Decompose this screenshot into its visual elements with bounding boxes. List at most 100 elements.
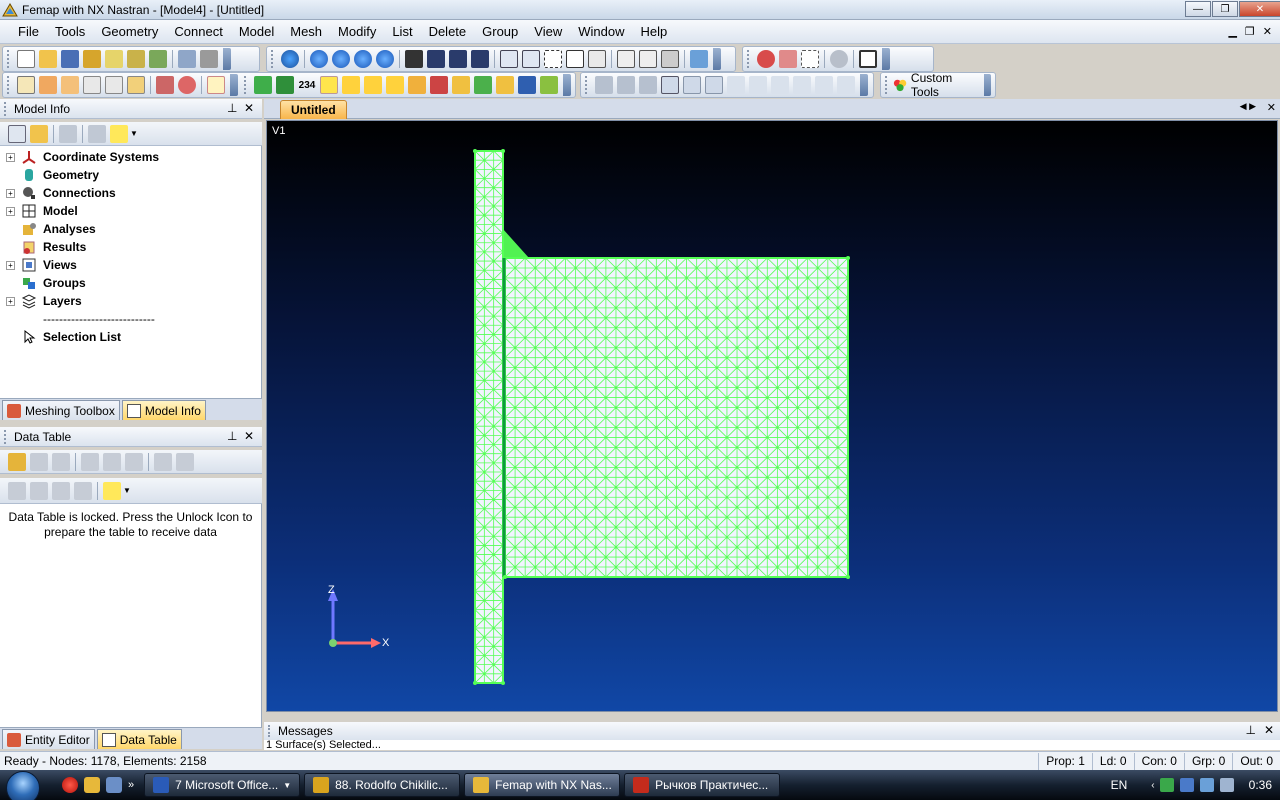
toolbar-grip[interactable] xyxy=(747,50,751,68)
mdi-minimize-icon[interactable]: ▁ xyxy=(1228,25,1236,38)
status-load[interactable]: Ld: 0 xyxy=(1091,752,1134,770)
tree-item-selection-list[interactable]: Selection List xyxy=(6,328,121,346)
highlight-icon[interactable] xyxy=(110,124,128,143)
menu-geometry[interactable]: Geometry xyxy=(93,20,166,44)
pan-right-icon[interactable] xyxy=(332,50,350,68)
layer-braces-icon[interactable] xyxy=(771,76,789,94)
tree-item-layers[interactable]: + Layers xyxy=(6,292,82,310)
taskbar-button-office[interactable]: 7 Microsoft Office... ▼ xyxy=(144,773,301,797)
snap-icon[interactable] xyxy=(830,50,848,68)
constraint-icon[interactable] xyxy=(177,76,196,94)
workplane-icon[interactable] xyxy=(859,50,877,68)
toolbar-options-icon[interactable] xyxy=(229,74,238,96)
grid-coarse-icon[interactable] xyxy=(705,76,723,94)
regroup-icon[interactable] xyxy=(815,76,833,94)
model-info-icon[interactable] xyxy=(83,50,101,68)
volume-icon[interactable] xyxy=(1219,778,1234,792)
property-icon[interactable] xyxy=(518,76,537,94)
pin-icon[interactable]: ⊥ xyxy=(227,101,237,115)
pan-icon[interactable] xyxy=(405,50,423,68)
text-icon[interactable] xyxy=(386,76,405,94)
network-icon[interactable] xyxy=(1179,778,1194,792)
highlight-icon[interactable] xyxy=(103,481,121,500)
print-icon[interactable] xyxy=(200,50,218,68)
status-output[interactable]: Out: 0 xyxy=(1232,752,1280,770)
tree-item-connections[interactable]: + Connections xyxy=(6,184,116,202)
pan-up-icon[interactable] xyxy=(354,50,372,68)
shaded-icon[interactable] xyxy=(60,76,79,94)
femap-app-icon[interactable] xyxy=(2,2,18,18)
numbering-label[interactable]: 234 xyxy=(299,80,316,91)
toolbar-options-icon[interactable] xyxy=(713,48,721,70)
coord-sys-icon[interactable] xyxy=(430,76,449,94)
point-icon[interactable] xyxy=(320,76,339,94)
tab-untitled[interactable]: Untitled xyxy=(280,100,347,119)
close-icon[interactable]: ✕ xyxy=(1267,101,1276,114)
pan-down-icon[interactable] xyxy=(376,50,394,68)
taskbar-button-femap[interactable]: Femap with NX Nas... xyxy=(464,773,621,797)
grid-fine-icon[interactable] xyxy=(683,76,701,94)
align-icon[interactable] xyxy=(595,76,613,94)
menu-view[interactable]: View xyxy=(526,20,570,44)
grid-icon[interactable] xyxy=(82,76,101,94)
menu-group[interactable]: Group xyxy=(474,20,526,44)
pin-icon[interactable]: ⊥ xyxy=(227,429,237,443)
expand-icon[interactable]: + xyxy=(6,206,15,216)
restore-button[interactable]: ❐ xyxy=(1212,1,1238,17)
view-style-icon[interactable] xyxy=(617,50,635,68)
menu-mesh[interactable]: Mesh xyxy=(282,20,330,44)
new-file-icon[interactable] xyxy=(17,50,35,68)
space-icon[interactable] xyxy=(639,76,657,94)
view-orient-icon[interactable] xyxy=(588,50,606,68)
close-icon[interactable]: ✕ xyxy=(1264,723,1274,737)
save-icon[interactable] xyxy=(61,50,79,68)
status-constraint[interactable]: Con: 0 xyxy=(1133,752,1184,770)
status-prop[interactable]: Prop: 1 xyxy=(1038,752,1092,770)
toolbar-options-icon[interactable] xyxy=(860,74,868,96)
braces-icon[interactable] xyxy=(727,76,745,94)
mdi-close-icon[interactable]: ✕ xyxy=(1263,25,1272,38)
post-data-icon[interactable] xyxy=(690,50,708,68)
toolbar-grip[interactable] xyxy=(7,76,11,94)
tab-model-info[interactable]: Model Info xyxy=(121,400,206,420)
open-folder-icon[interactable] xyxy=(30,124,48,143)
copy-icon[interactable] xyxy=(178,50,196,68)
start-button[interactable] xyxy=(0,770,46,800)
chevron-down-icon[interactable]: ▼ xyxy=(130,129,138,138)
view-cube-icon[interactable] xyxy=(661,50,679,68)
filter-icon[interactable] xyxy=(59,124,77,143)
expand-icon[interactable]: + xyxy=(6,296,15,306)
columns-icon[interactable] xyxy=(81,452,99,471)
pick-mode-icon[interactable] xyxy=(779,50,797,68)
tree-item-groups[interactable]: Groups xyxy=(6,274,86,292)
zoom-out-icon[interactable] xyxy=(522,50,540,68)
add-icon[interactable] xyxy=(30,452,48,471)
analysis-icon[interactable] xyxy=(149,50,167,68)
toolbar-options-icon[interactable] xyxy=(562,74,571,96)
femap-quick-icon[interactable] xyxy=(84,777,100,793)
material-icon[interactable] xyxy=(496,76,515,94)
panel-grip[interactable] xyxy=(4,101,8,116)
tree-item-model[interactable]: + Model xyxy=(6,202,78,220)
lock-icon[interactable] xyxy=(8,452,26,471)
import-icon[interactable] xyxy=(105,50,123,68)
pan-left-icon[interactable] xyxy=(310,50,328,68)
chevron-down-icon[interactable]: ▼ xyxy=(123,486,131,495)
properties-icon[interactable] xyxy=(837,76,855,94)
chevron-right-icon[interactable]: » xyxy=(128,779,134,791)
show-icon[interactable] xyxy=(8,481,26,500)
panel-grip[interactable] xyxy=(268,725,272,737)
close-button[interactable]: ✕ xyxy=(1239,1,1280,17)
show-desktop-icon[interactable] xyxy=(106,777,122,793)
solid-icon[interactable] xyxy=(408,76,427,94)
zoom-in-icon[interactable] xyxy=(500,50,518,68)
rotate-x-icon[interactable] xyxy=(427,50,445,68)
clock[interactable]: 0:36 xyxy=(1249,778,1272,792)
menu-window[interactable]: Window xyxy=(570,20,632,44)
close-icon[interactable]: ✕ xyxy=(244,101,254,115)
tab-meshing-toolbox[interactable]: Meshing Toolbox xyxy=(2,400,120,420)
grid-snap-icon[interactable] xyxy=(661,76,679,94)
zoom-window-icon[interactable] xyxy=(544,50,562,68)
toolbar-grip[interactable] xyxy=(885,76,889,94)
close-icon[interactable]: ✕ xyxy=(244,429,254,443)
